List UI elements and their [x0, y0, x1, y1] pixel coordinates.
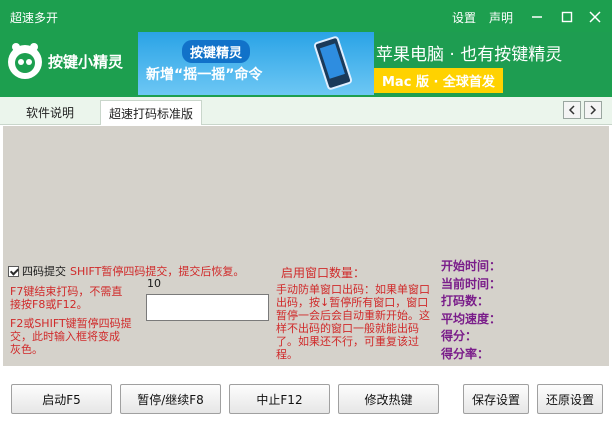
window-count-label: 启用窗口数量： [281, 266, 366, 280]
start-button[interactable]: 启动F5 [11, 384, 112, 414]
f2-hint-line2: 交，此时输入框将变成 [10, 330, 120, 343]
banner-right-sub: Mac 版 · 全球首发 [374, 68, 503, 93]
banner-right-title: 苹果电脑 · 也有按键精灵 [376, 45, 563, 65]
banner-shake-ad[interactable]: 按键精灵 新增“摇一摇”命令 [138, 32, 374, 95]
manual-anti-single-window-text: 手动防单窗口出码：如果单窗口出码，按↓暂停所有窗口，窗口暂停一会后会自动重新开始… [276, 283, 430, 361]
banner-left-brand: 按键精灵 [182, 40, 251, 63]
score-label: 得分： [441, 329, 478, 343]
f7-hint-line1: F7键结束打码，不需直 [10, 285, 123, 298]
stats-panel: 开始时间： 当前时间： 打码数： 平均速度： 得分： 得分率： [441, 258, 501, 363]
start-time-label: 开始时间： [441, 259, 502, 273]
close-icon [589, 11, 601, 23]
minimize-icon [532, 16, 542, 18]
phone-icon [312, 35, 354, 91]
tab-software-info[interactable]: 软件说明 [18, 100, 82, 125]
tab-scroll-right-button[interactable] [584, 101, 602, 119]
f2-hint-line1: F2或SHIFT键暂停四码提 [10, 317, 132, 330]
window-title: 超速多开 [10, 11, 59, 25]
restore-settings-button[interactable]: 还原设置 [537, 384, 603, 414]
current-time-label: 当前时间： [441, 276, 502, 291]
save-settings-button[interactable]: 保存设置 [463, 384, 529, 414]
tab-scroll-left-button[interactable] [563, 101, 581, 119]
banner-mac-ad[interactable]: 苹果电脑 · 也有按键精灵 Mac 版 · 全球首发 [374, 32, 610, 95]
avg-speed-label: 平均速度： [441, 311, 502, 326]
f7-hint-line2: 接按F8或F12。 [10, 298, 88, 311]
window-count-value: 10 [147, 277, 161, 290]
four-code-checkbox[interactable] [8, 265, 19, 277]
app-brand-name: 按键小精灵 [48, 53, 124, 71]
maximize-button[interactable] [556, 6, 578, 28]
statement-link[interactable]: 声明 [489, 9, 513, 26]
chevron-left-icon [568, 105, 575, 115]
chevron-right-icon [590, 105, 597, 115]
four-code-option[interactable]: 四码提交 SHIFT暂停四码提交，提交后恢复。 [8, 263, 244, 279]
code-input[interactable] [146, 294, 269, 321]
stop-button[interactable]: 中止F12 [229, 384, 330, 414]
tab-standard-edition[interactable]: 超速打码标准版 [100, 100, 203, 125]
ad-banner[interactable]: 按键精灵 新增“摇一摇”命令 苹果电脑 · 也有按键精灵 Mac 版 · 全球首… [138, 32, 610, 95]
settings-link[interactable]: 设置 [452, 9, 476, 26]
pause-resume-button[interactable]: 暂停/继续F8 [120, 384, 221, 414]
tab-bar: 软件说明 超速打码标准版 [0, 97, 612, 125]
score-rate-label: 得分率： [441, 346, 490, 361]
maximize-icon [561, 11, 573, 23]
app-logo-icon [8, 43, 42, 79]
code-count-label: 打码数： [441, 294, 490, 308]
four-code-label: 四码提交 [22, 265, 66, 278]
f2-hint-line3: 灰色。 [10, 343, 43, 356]
close-button[interactable] [584, 6, 606, 28]
banner-left-text: 新增“摇一摇”命令 [146, 67, 263, 83]
modify-hotkey-button[interactable]: 修改热键 [338, 384, 439, 414]
minimize-button[interactable] [526, 6, 548, 28]
